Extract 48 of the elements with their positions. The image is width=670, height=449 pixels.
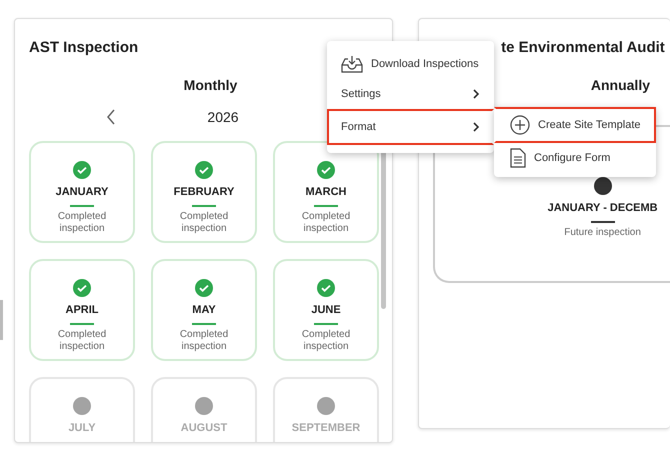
status-text: Completed inspection xyxy=(56,329,108,353)
status-text: Future inspection xyxy=(564,227,641,239)
chevron-left-icon[interactable] xyxy=(106,109,116,125)
document-icon xyxy=(510,148,526,168)
check-circle-icon xyxy=(73,161,91,179)
status-dot xyxy=(594,177,612,195)
check-circle-icon xyxy=(317,279,335,297)
chevron-right-icon xyxy=(473,122,480,132)
month-name: APRIL xyxy=(66,304,98,316)
month-name: JANUARY xyxy=(56,186,108,198)
month-name: JULY xyxy=(68,422,96,434)
check-circle-icon xyxy=(317,161,335,179)
frequency-label: Monthly xyxy=(184,77,238,93)
download-tray-icon xyxy=(341,55,363,73)
month-name: SEPTEMBER xyxy=(292,422,360,434)
month-tile[interactable]: FEBRUARY Completed inspection xyxy=(151,141,257,243)
status-text: Completed inspection xyxy=(300,329,352,353)
status-text: Completed inspection xyxy=(56,211,108,235)
plus-circle-icon xyxy=(510,115,530,135)
check-circle-icon xyxy=(195,279,213,297)
status-dot xyxy=(73,397,91,415)
chevron-right-icon xyxy=(473,89,480,99)
month-tile[interactable]: JANUARY Completed inspection xyxy=(29,141,135,243)
menu-item[interactable]: Download Inspections xyxy=(327,49,494,79)
month-tile[interactable]: JUNE Completed inspection xyxy=(273,259,379,361)
month-name: MARCH xyxy=(306,186,346,198)
frequency-label: Annually xyxy=(590,77,650,93)
month-name: FEBRUARY xyxy=(174,186,234,198)
menu-item[interactable]: Create Site Template xyxy=(494,107,656,143)
month-tile[interactable]: MAY Completed inspection xyxy=(151,259,257,361)
menu-item[interactable]: Format xyxy=(327,109,494,145)
month-name: MAY xyxy=(192,304,216,316)
month-name: JUNE xyxy=(311,304,341,316)
status-text: Completed inspection xyxy=(178,211,230,235)
period-name: JANUARY - DECEMB xyxy=(548,202,658,214)
month-name: AUGUST xyxy=(180,422,228,434)
status-text: Completed inspection xyxy=(300,211,352,235)
status-dot xyxy=(195,397,213,415)
card-title: te Environmental Audit xyxy=(501,39,665,56)
status-text: Completed inspection xyxy=(178,329,230,353)
card-title: AST Inspection xyxy=(29,39,138,56)
year-label: 2026 xyxy=(207,109,239,125)
menu-item[interactable]: Settings xyxy=(327,79,494,109)
check-circle-icon xyxy=(73,279,91,297)
status-dot xyxy=(317,397,335,415)
menu-item[interactable]: Configure Form xyxy=(494,143,656,173)
check-circle-icon xyxy=(195,161,213,179)
month-tile[interactable]: APRIL Completed inspection xyxy=(29,259,135,361)
